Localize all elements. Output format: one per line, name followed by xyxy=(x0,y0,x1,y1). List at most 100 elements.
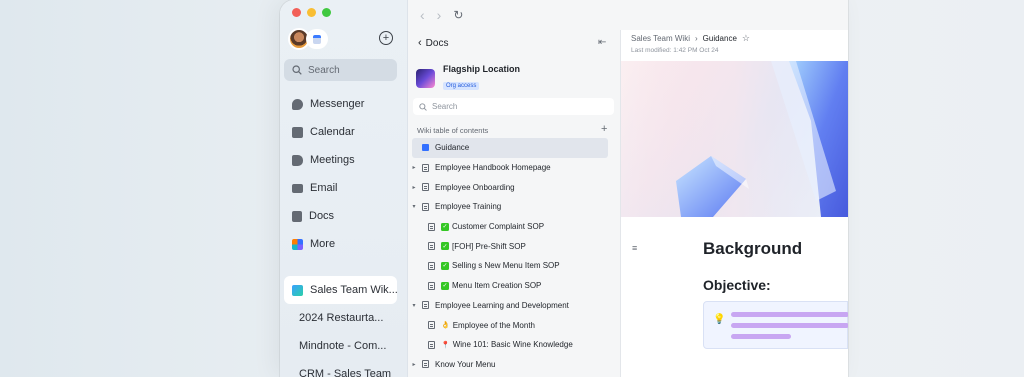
chevron-right-icon[interactable]: ▸ xyxy=(410,361,418,368)
callout-text-line xyxy=(731,312,848,317)
video-icon xyxy=(292,154,303,166)
app-window: + Search Messenger Calendar Meetings Ema… xyxy=(280,0,848,377)
toc-item[interactable]: ✓ Customer Complaint SOP xyxy=(408,217,621,237)
document-icon xyxy=(428,261,435,270)
nav-item-messenger[interactable]: Messenger xyxy=(280,90,408,118)
forward-arrow-icon[interactable]: › xyxy=(437,7,442,23)
toc-heading: Wiki table of contents xyxy=(417,126,489,135)
back-to-docs-link[interactable]: ‹ Docs xyxy=(418,37,448,49)
pinned-item-label: CRM - Sales Team xyxy=(299,368,392,377)
document-icon xyxy=(428,242,435,251)
outline-icon[interactable]: ≡ xyxy=(632,243,637,253)
document-view: Sales Team Wiki › Guidance ☆ Last modifi… xyxy=(621,30,848,377)
toc-item[interactable]: Guidance xyxy=(412,138,608,158)
toc-item-label: Employee Training xyxy=(435,202,502,212)
space-title: Flagship Location xyxy=(443,64,521,74)
toc-item[interactable]: 👌 Employee of the Month xyxy=(408,315,621,335)
nav-item-docs[interactable]: Docs xyxy=(280,202,408,230)
wiki-toc: Guidance ▸ Employee Handbook Homepage ▸ Empl… xyxy=(408,138,621,374)
pinned-item-mindnote[interactable]: Mindnote - Com... xyxy=(280,332,408,360)
search-icon xyxy=(419,102,427,111)
wiki-sidebar: ‹ Docs ⇤ Flagship Location Org access Se… xyxy=(408,30,621,377)
checkmark-icon: ✓ xyxy=(441,242,449,251)
back-arrow-icon[interactable]: ‹ xyxy=(420,7,425,23)
doc-heading: Background xyxy=(703,239,803,258)
wiki-page-icon xyxy=(422,144,429,152)
create-new-button[interactable]: + xyxy=(379,31,393,45)
search-input[interactable]: Search xyxy=(284,59,397,81)
pinned-item-sales-team-wiki[interactable]: Sales Team Wik... xyxy=(284,276,397,304)
document-icon xyxy=(428,222,435,231)
nav-item-email[interactable]: Email xyxy=(280,174,408,202)
grid-icon xyxy=(292,238,303,250)
chevron-right-icon[interactable]: ▸ xyxy=(410,184,418,191)
toc-item[interactable]: ✓ [FOH] Pre-Shift SOP xyxy=(408,236,621,256)
toc-item-label: Employee Handbook Homepage xyxy=(435,163,551,173)
toc-item[interactable]: ▸ Employee Onboarding xyxy=(408,177,621,197)
star-icon[interactable]: ☆ xyxy=(742,33,750,44)
wiki-icon xyxy=(292,284,303,296)
collapse-sidebar-icon[interactable]: ⇤ xyxy=(598,37,606,48)
chevron-left-icon: ‹ xyxy=(418,37,422,49)
access-badge: Org access xyxy=(443,82,480,90)
calendar-icon xyxy=(292,126,303,138)
nav-item-more[interactable]: More xyxy=(280,230,408,258)
toc-item-label: Wine 101: Basic Wine Knowledge xyxy=(452,340,573,350)
toc-item[interactable]: ✓ Menu Item Creation SOP xyxy=(408,276,621,296)
callout-block[interactable]: 💡 xyxy=(703,301,848,349)
nav-item-label: More xyxy=(310,238,336,250)
toc-item[interactable]: ▸ Know Your Menu xyxy=(408,355,621,375)
pinned-item-label: Sales Team Wik... xyxy=(310,284,397,296)
cover-art xyxy=(621,61,848,217)
space-header[interactable]: Flagship Location Org access xyxy=(416,64,520,92)
cover-image xyxy=(621,61,848,217)
pinned-item-crm[interactable]: CRM - Sales Team xyxy=(280,360,408,377)
pinned-item-2024-restaurant[interactable]: 2024 Restaurta... xyxy=(280,304,408,332)
window-controls xyxy=(292,8,331,17)
add-page-icon[interactable]: + xyxy=(601,123,607,135)
chevron-right-icon[interactable]: ▸ xyxy=(410,164,418,171)
toc-item[interactable]: ▾ Employee Learning and Development xyxy=(408,296,621,316)
minimize-window-button[interactable] xyxy=(307,8,316,17)
emoji-icon: 👌 xyxy=(441,322,450,330)
callout-text-line xyxy=(731,323,848,328)
lightbulb-icon: 💡 xyxy=(713,314,726,325)
reload-icon[interactable]: ↻ xyxy=(453,8,463,22)
close-window-button[interactable] xyxy=(292,8,301,17)
document-icon xyxy=(422,301,429,310)
checkmark-icon: ✓ xyxy=(441,261,449,270)
callout-text-line xyxy=(731,334,791,339)
nav-item-calendar[interactable]: Calendar xyxy=(280,118,408,146)
wiki-search-input[interactable]: Search xyxy=(413,98,614,115)
pinned-item-label: Mindnote - Com... xyxy=(299,340,387,352)
space-logo xyxy=(416,68,435,88)
document-icon xyxy=(422,202,429,211)
chevron-down-icon[interactable]: ▾ xyxy=(410,302,418,309)
toc-item-label: [FOH] Pre-Shift SOP xyxy=(452,241,526,251)
nav-item-meetings[interactable]: Meetings xyxy=(280,146,408,174)
checkmark-icon: ✓ xyxy=(441,281,449,290)
toc-item[interactable]: ✓ Selling s New Menu Item SOP xyxy=(408,256,621,276)
chevron-down-icon[interactable]: ▾ xyxy=(410,203,418,210)
browser-toolbar: ‹ › ↻ xyxy=(408,0,848,30)
toc-item[interactable]: ▸ Employee Handbook Homepage xyxy=(408,158,621,178)
breadcrumb-current[interactable]: Guidance xyxy=(703,34,737,43)
breadcrumb: Sales Team Wiki › Guidance ☆ xyxy=(631,33,750,44)
nav-item-label: Messenger xyxy=(310,98,365,110)
calendar-status-icon[interactable] xyxy=(306,29,328,49)
toc-item-label: Menu Item Creation SOP xyxy=(452,281,542,291)
toc-item[interactable]: ▾ Employee Training xyxy=(408,197,621,217)
toc-item-label: Selling s New Menu Item SOP xyxy=(452,261,560,271)
breadcrumb-root[interactable]: Sales Team Wiki xyxy=(631,34,690,43)
search-placeholder: Search xyxy=(308,64,340,76)
app-nav-list: Messenger Calendar Meetings Email Docs M… xyxy=(280,90,408,377)
toc-item-label: Know Your Menu xyxy=(435,359,496,369)
messenger-icon xyxy=(292,98,303,110)
back-to-docs-label: Docs xyxy=(425,37,449,49)
maximize-window-button[interactable] xyxy=(322,8,331,17)
emoji-icon: 📍 xyxy=(441,341,450,349)
document-icon xyxy=(428,281,435,290)
nav-item-label: Docs xyxy=(309,210,335,222)
toc-item[interactable]: 📍 Wine 101: Basic Wine Knowledge xyxy=(408,335,621,355)
toc-item-label: Guidance xyxy=(435,143,470,153)
